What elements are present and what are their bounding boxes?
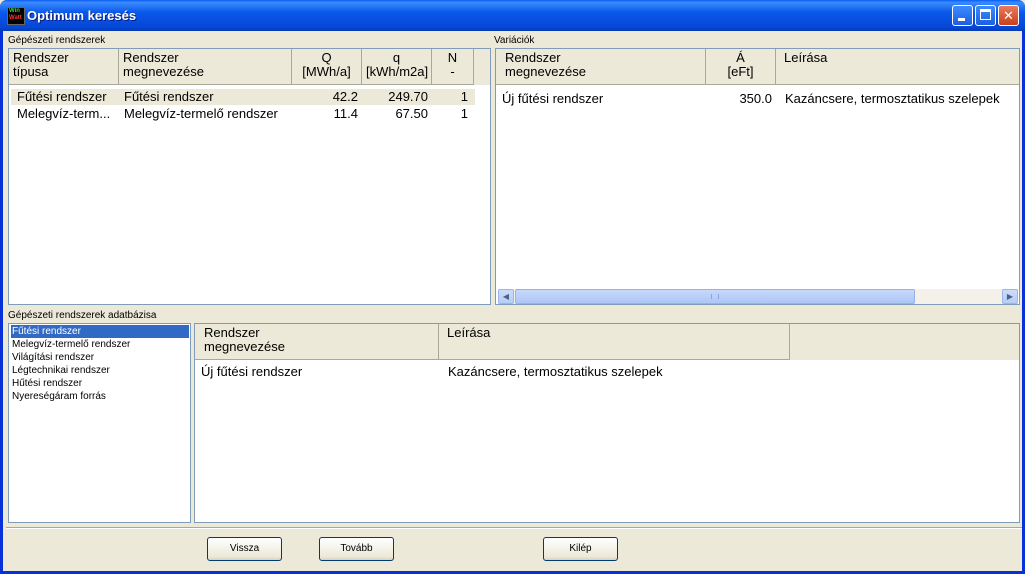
maximize-icon <box>980 9 991 20</box>
row2-N: 1 <box>460 106 468 121</box>
header-db-description[interactable]: Leírása <box>439 324 790 360</box>
header-description[interactable]: Leírása <box>776 49 1019 85</box>
header-q[interactable]: q [kWh/m2a] <box>362 49 432 85</box>
database-header-row: Rendszer megnevezése Leírása <box>195 324 1019 360</box>
header-db-name[interactable]: Rendszer megnevezése <box>195 324 439 360</box>
scroll-thumb[interactable] <box>515 289 915 304</box>
grip-icon <box>711 294 719 299</box>
header-system-name-line2: megnevezése <box>123 64 204 79</box>
maximize-button[interactable] <box>975 5 996 26</box>
row1-name: Fűtési rendszer <box>124 89 214 104</box>
header-N-line1: N <box>447 50 458 65</box>
optimum-search-window: Win Watt Optimum keresés ✕ Gépészeti ren… <box>0 0 1025 574</box>
minimize-icon <box>958 18 965 21</box>
header-Q-line2: [MWh/a] <box>302 64 351 79</box>
list-item[interactable]: Nyereségáram forrás <box>11 390 106 403</box>
systems-section-label: Gépészeti rendszerek <box>8 35 106 46</box>
variation-row1-price: 350.0 <box>739 91 772 106</box>
database-detail-table[interactable]: Rendszer megnevezése Leírása Új fűtési r… <box>194 323 1020 523</box>
list-item[interactable]: Hűtési rendszer <box>11 377 82 390</box>
system-category-list[interactable]: Fűtési rendszer Melegvíz-termelő rendsze… <box>8 323 191 523</box>
header-price[interactable]: Á [eFt] <box>706 49 776 85</box>
close-icon: ✕ <box>1003 8 1014 23</box>
header-db-description-line1: Leírása <box>447 325 491 340</box>
list-item[interactable]: Melegvíz-termelő rendszer <box>11 338 130 351</box>
variations-header-row: Rendszer megnevezése Á [eFt] Leírása <box>496 49 1019 85</box>
back-button[interactable]: Vissza <box>207 537 282 561</box>
variations-horizontal-scrollbar[interactable]: ◀ ▶ <box>498 289 1018 304</box>
row1-Q: 42.2 <box>332 89 358 104</box>
header-variation-name-line1: Rendszer <box>505 50 561 65</box>
scroll-right-button[interactable]: ▶ <box>1002 289 1018 304</box>
db-row1-desc: Kazáncsere, termosztatikus szelepek <box>448 364 663 379</box>
app-logo-icon: Win Watt <box>7 7 25 25</box>
header-system-type[interactable]: Rendszer típusa <box>9 49 119 85</box>
minimize-button[interactable] <box>952 5 973 26</box>
header-Q-line1: Q <box>321 50 332 65</box>
database-section-label: Gépészeti rendszerek adatbázisa <box>8 310 157 321</box>
header-system-type-line2: típusa <box>13 64 49 79</box>
exit-button[interactable]: Kilép <box>543 537 618 561</box>
row2-type: Melegvíz-term... <box>17 106 111 121</box>
header-variation-name[interactable]: Rendszer megnevezése <box>496 49 706 85</box>
systems-table[interactable]: Rendszer típusa Rendszer megnevezése Q [… <box>8 48 491 305</box>
title-bar[interactable]: Win Watt Optimum keresés ✕ <box>0 0 1025 31</box>
arrow-left-icon: ◀ <box>502 292 510 301</box>
header-system-name-line1: Rendszer <box>123 50 179 65</box>
variations-table[interactable]: Rendszer megnevezése Á [eFt] Leírása Új … <box>495 48 1020 305</box>
header-price-line1: Á <box>736 50 745 65</box>
row2-name: Melegvíz-termelő rendszer <box>124 106 278 121</box>
row1-N: 1 <box>460 89 468 104</box>
window-title: Optimum keresés <box>27 8 137 23</box>
close-button[interactable]: ✕ <box>998 5 1019 26</box>
header-system-name[interactable]: Rendszer megnevezése <box>119 49 292 85</box>
header-N-line2: - <box>450 64 455 79</box>
row2-Q: 11.4 <box>333 106 358 121</box>
header-db-name-line1: Rendszer <box>204 325 260 340</box>
header-system-type-line1: Rendszer <box>13 50 69 65</box>
header-Q[interactable]: Q [MWh/a] <box>292 49 362 85</box>
next-button[interactable]: Tovább <box>319 537 394 561</box>
header-q-line2: [kWh/m2a] <box>366 64 429 79</box>
header-price-line2: [eFt] <box>727 64 754 79</box>
systems-header-row: Rendszer típusa Rendszer megnevezése Q [… <box>9 49 490 85</box>
row1-type: Fűtési rendszer <box>17 89 107 104</box>
variations-section-label: Variációk <box>494 35 535 46</box>
footer-separator <box>6 527 1022 529</box>
header-q-line1: q <box>392 50 401 65</box>
app-logo-line-2: Watt <box>9 15 22 21</box>
header-variation-name-line2: megnevezése <box>505 64 586 79</box>
db-row1-name: Új fűtési rendszer <box>201 364 303 379</box>
arrow-right-icon: ▶ <box>1006 292 1014 301</box>
list-item[interactable]: Légtechnikai rendszer <box>11 364 110 377</box>
row2-q: 67.50 <box>395 106 428 121</box>
header-db-name-line2: megnevezése <box>204 339 285 354</box>
list-item-selected[interactable]: Fűtési rendszer <box>11 325 189 338</box>
variation-row1-name: Új fűtési rendszer <box>502 91 604 106</box>
row1-q: 249.70 <box>388 89 428 104</box>
variation-row1-desc: Kazáncsere, termosztatikus szelepek <box>785 91 1000 106</box>
header-description-line1: Leírása <box>784 50 828 65</box>
header-N[interactable]: N - <box>432 49 474 85</box>
list-item[interactable]: Világítási rendszer <box>11 351 94 364</box>
scroll-left-button[interactable]: ◀ <box>498 289 514 304</box>
